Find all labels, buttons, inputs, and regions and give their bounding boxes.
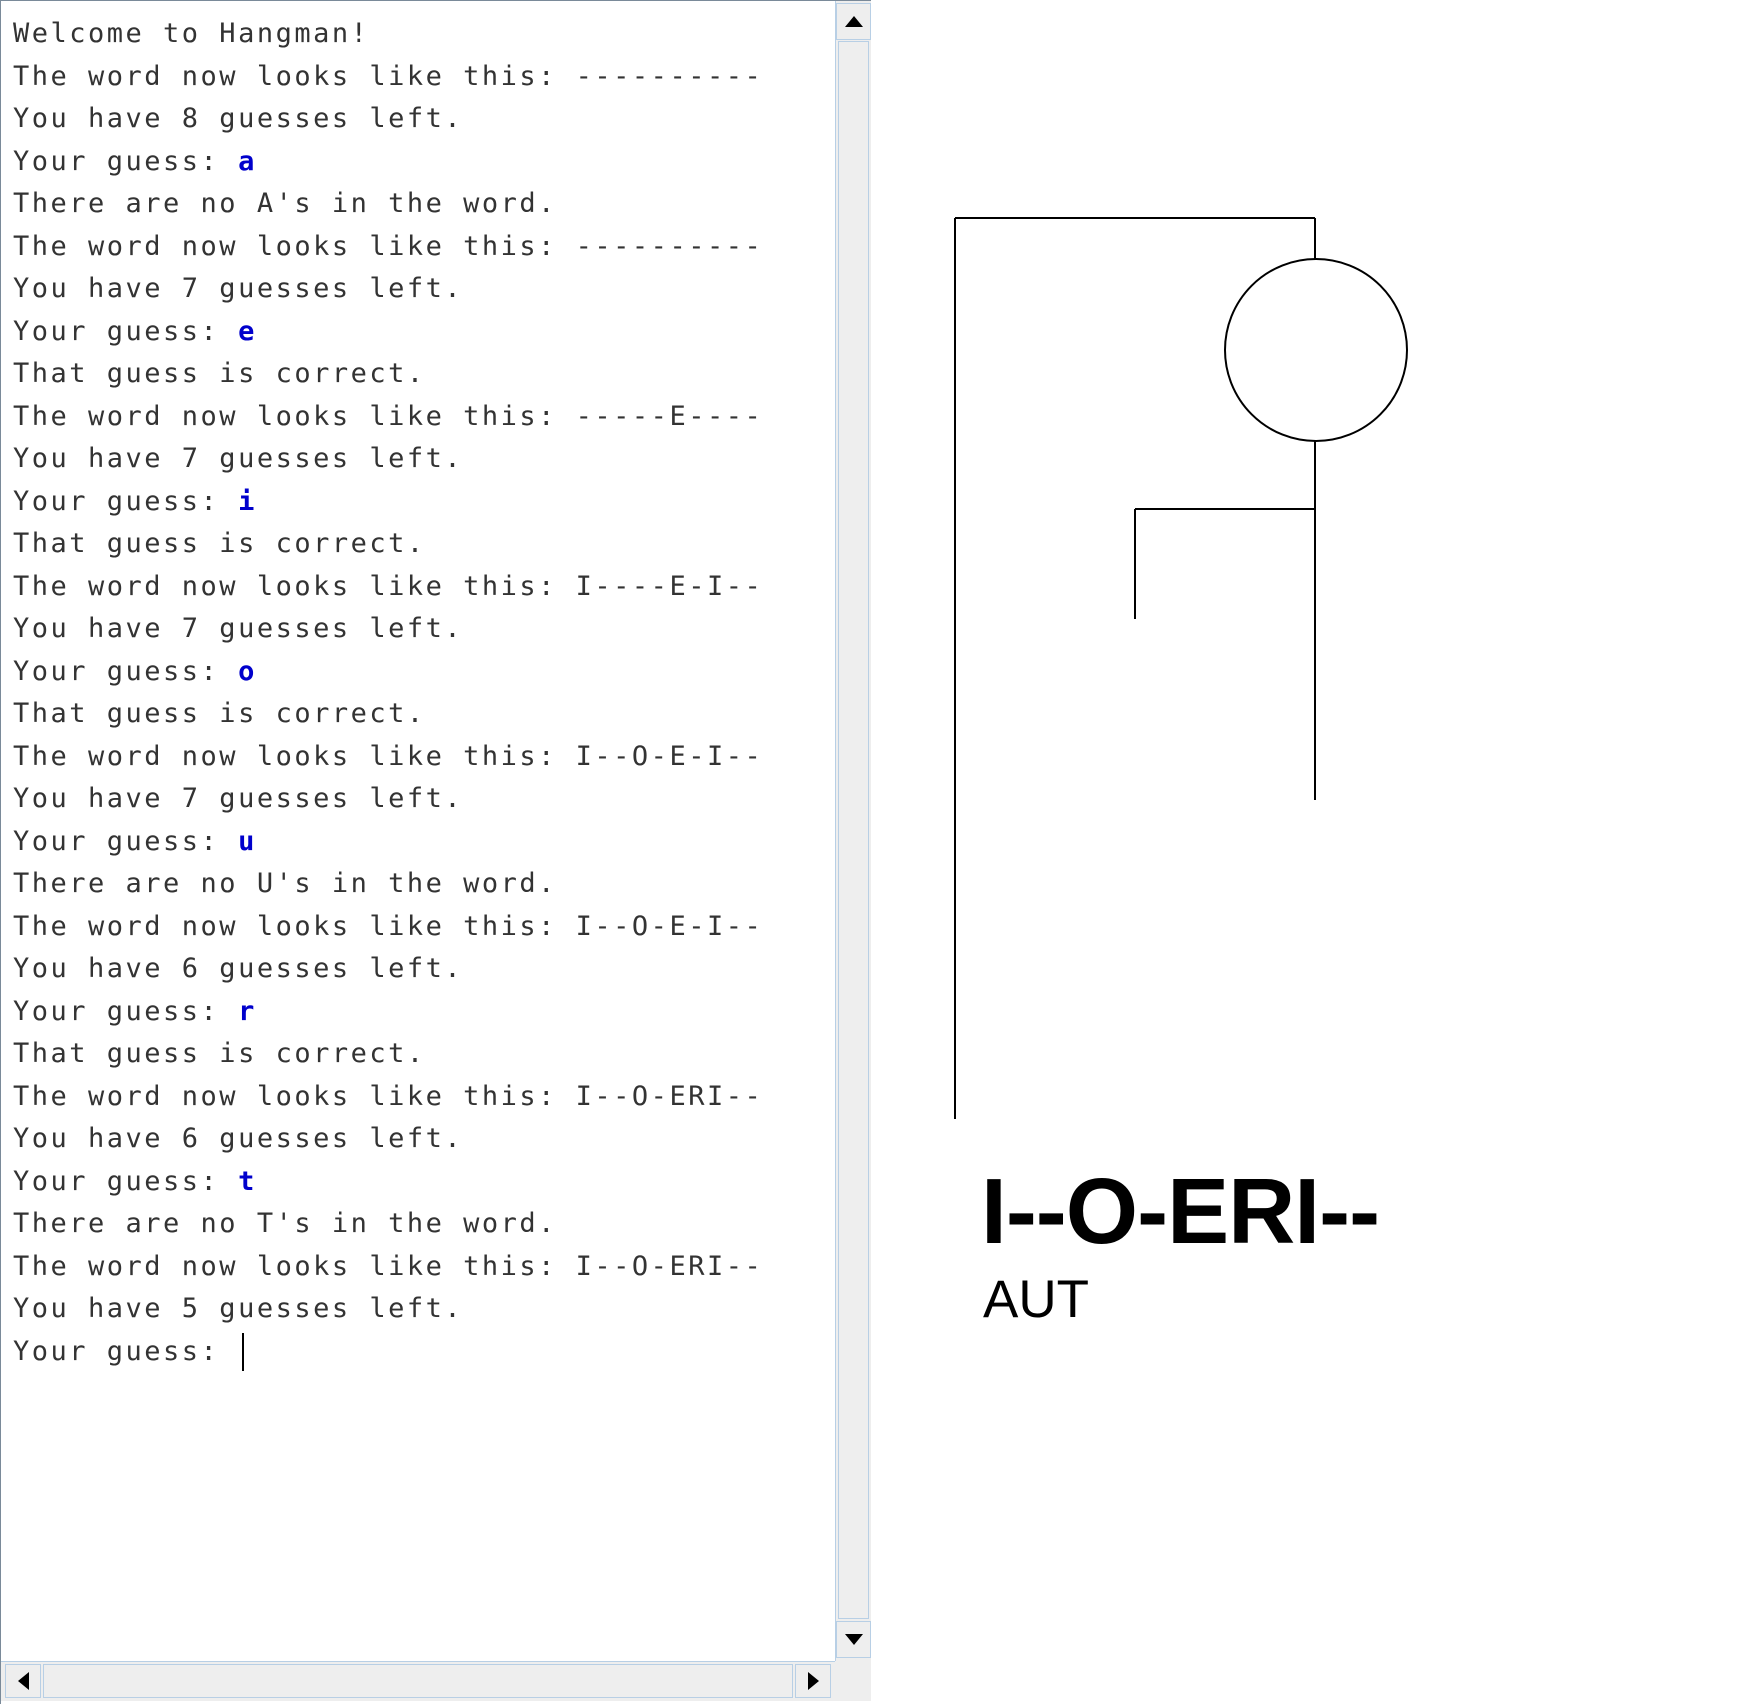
console-line: The word now looks like this: ---------- bbox=[13, 226, 833, 269]
arrow-right-icon bbox=[807, 1672, 819, 1690]
console-output-text: Welcome to Hangman! bbox=[13, 18, 370, 49]
console-line: Your guess: a bbox=[13, 141, 833, 184]
console-line: The word now looks like this: I--O-ERI-- bbox=[13, 1076, 833, 1119]
user-guess-input: o bbox=[238, 655, 257, 687]
console-output-text: You have 6 guesses left. bbox=[13, 1123, 464, 1154]
arrow-down-icon bbox=[844, 1634, 863, 1645]
user-guess-input: u bbox=[238, 825, 257, 857]
vertical-scrollbar[interactable] bbox=[835, 1, 872, 1661]
console-line: The word now looks like this: I--O-ERI-- bbox=[13, 1246, 833, 1289]
scroll-right-button[interactable] bbox=[795, 1664, 831, 1698]
gallows-drawing bbox=[954, 217, 1408, 1119]
console-output-text: The word now looks like this: I--O-ERI-- bbox=[13, 1080, 764, 1112]
console-line: The word now looks like this: -----E---- bbox=[13, 396, 833, 439]
console-output-text: You have 7 guesses left. bbox=[13, 783, 464, 814]
console-line: Your guess: o bbox=[13, 651, 833, 694]
console-line: Your guess: t bbox=[13, 1161, 833, 1204]
user-guess-input: e bbox=[238, 315, 257, 347]
console-output-text: There are no A's in the word. bbox=[13, 188, 557, 219]
horizontal-scrollbar[interactable] bbox=[1, 1661, 835, 1701]
console-output-text: That guess is correct. bbox=[13, 1038, 426, 1069]
arrow-left-icon bbox=[17, 1672, 29, 1690]
console-output-text: That guess is correct. bbox=[13, 528, 426, 559]
text-caret bbox=[242, 1333, 245, 1371]
user-guess-input: i bbox=[238, 485, 257, 517]
console-output-text: Your guess: bbox=[13, 315, 239, 347]
console-output-text: The word now looks like this: I--O-ERI-- bbox=[13, 1250, 764, 1282]
console-output-text: You have 5 guesses left. bbox=[13, 1293, 464, 1324]
console-output-text: The word now looks like this: ---------- bbox=[13, 60, 764, 92]
scroll-left-button[interactable] bbox=[5, 1664, 41, 1698]
current-word-display: I--O-ERI-- bbox=[981, 1159, 1380, 1263]
active-prompt-line[interactable]: Your guess: bbox=[13, 1331, 833, 1374]
console-line: You have 6 guesses left. bbox=[13, 948, 833, 991]
console-line: The word now looks like this: ---------- bbox=[13, 56, 833, 99]
arrow-up-icon bbox=[844, 16, 863, 27]
console-output-text: Your guess: bbox=[13, 995, 239, 1027]
console-output-text: The word now looks like this: -----E---- bbox=[13, 400, 764, 432]
hangman-head bbox=[1224, 258, 1408, 442]
console-pane[interactable]: Welcome to Hangman! The word now looks li… bbox=[0, 0, 872, 1704]
vertical-scroll-thumb[interactable] bbox=[838, 41, 869, 1619]
console-output-text: Your guess: bbox=[13, 1165, 239, 1197]
console-line: You have 7 guesses left. bbox=[13, 268, 833, 311]
console-line: You have 7 guesses left. bbox=[13, 608, 833, 651]
console-line: That guess is correct. bbox=[13, 693, 833, 736]
console-line: You have 7 guesses left. bbox=[13, 438, 833, 481]
console-line: There are no A's in the word. bbox=[13, 183, 833, 226]
console-line: That guess is correct. bbox=[13, 523, 833, 566]
user-guess-input: r bbox=[238, 995, 257, 1027]
console-output-text: Your guess: bbox=[13, 655, 239, 687]
scroll-up-button[interactable] bbox=[836, 3, 871, 40]
console-output-text: The word now looks like this: ---------- bbox=[13, 230, 764, 262]
incorrect-letters-display: AUT bbox=[983, 1270, 1089, 1329]
console-line: There are no U's in the word. bbox=[13, 863, 833, 906]
console-output-text: You have 8 guesses left. bbox=[13, 103, 464, 134]
console-line: Your guess: r bbox=[13, 991, 833, 1034]
console-output[interactable]: Welcome to Hangman! The word now looks li… bbox=[13, 13, 833, 1653]
user-guess-input: t bbox=[238, 1165, 257, 1197]
console-line: That guess is correct. bbox=[13, 353, 833, 396]
console-line: That guess is correct. bbox=[13, 1033, 833, 1076]
console-line: The word now looks like this: I--O-E-I-- bbox=[13, 736, 833, 779]
console-output-text: Your guess: bbox=[13, 825, 239, 857]
console-output-text: There are no U's in the word. bbox=[13, 868, 557, 899]
console-line: Your guess: e bbox=[13, 311, 833, 354]
console-line: You have 8 guesses left. bbox=[13, 98, 833, 141]
console-output-text: Your guess: bbox=[13, 485, 239, 517]
console-line: You have 7 guesses left. bbox=[13, 778, 833, 821]
console-output-text: You have 7 guesses left. bbox=[13, 613, 464, 644]
console-output-text: You have 7 guesses left. bbox=[13, 443, 464, 474]
console-output-text: The word now looks like this: I--O-E-I-- bbox=[13, 740, 764, 772]
console-output-text: You have 7 guesses left. bbox=[13, 273, 464, 304]
console-line: The word now looks like this: I--O-E-I-- bbox=[13, 906, 833, 949]
hangman-canvas: I--O-ERI-- AUT bbox=[871, 0, 1751, 1704]
console-output-text: That guess is correct. bbox=[13, 358, 426, 389]
console-line: Your guess: i bbox=[13, 481, 833, 524]
console-line: Your guess: u bbox=[13, 821, 833, 864]
horizontal-scroll-thumb[interactable] bbox=[43, 1664, 793, 1698]
scrollbar-corner bbox=[835, 1661, 872, 1701]
console-output-text: The word now looks like this: I--O-E-I-- bbox=[13, 910, 764, 942]
user-guess-input: a bbox=[238, 145, 257, 177]
console-line: You have 6 guesses left. bbox=[13, 1118, 833, 1161]
console-line: The word now looks like this: I----E-I-- bbox=[13, 566, 833, 609]
console-output-text: You have 6 guesses left. bbox=[13, 953, 464, 984]
console-line: Welcome to Hangman! bbox=[13, 13, 833, 56]
console-output-text: That guess is correct. bbox=[13, 698, 426, 729]
console-output-text: There are no T's in the word. bbox=[13, 1208, 557, 1239]
console-line: You have 5 guesses left. bbox=[13, 1288, 833, 1331]
console-output-text: The word now looks like this: I----E-I-- bbox=[13, 570, 764, 602]
scroll-down-button[interactable] bbox=[836, 1621, 871, 1658]
console-output-text: Your guess: bbox=[13, 145, 239, 177]
console-line: There are no T's in the word. bbox=[13, 1203, 833, 1246]
active-prompt-text: Your guess: bbox=[13, 1335, 239, 1367]
